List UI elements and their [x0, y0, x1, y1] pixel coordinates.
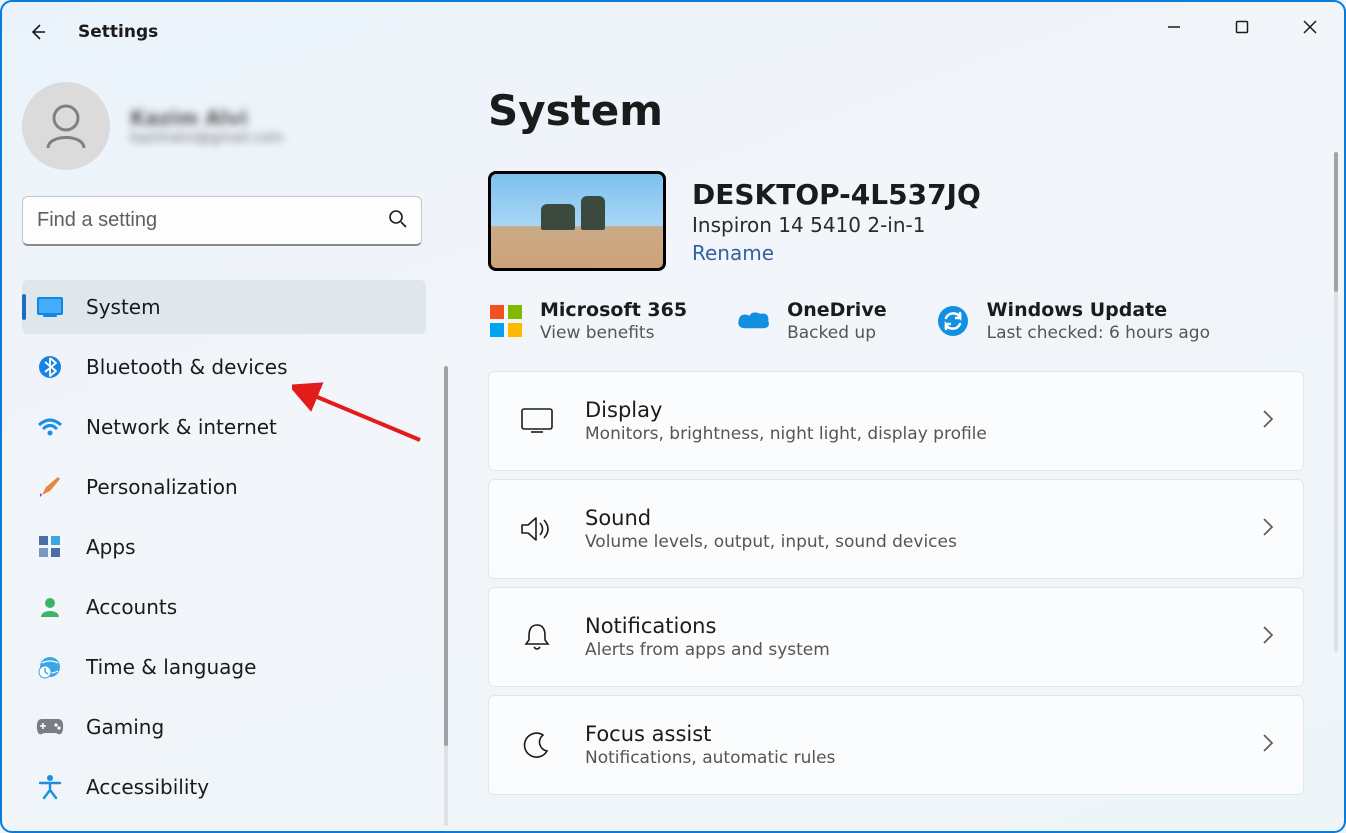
sidebar-item-label: System: [86, 295, 161, 319]
device-model: Inspiron 14 5410 2-in-1: [692, 213, 981, 237]
accessibility-icon: [36, 773, 64, 801]
display-icon: [517, 408, 557, 434]
status-sub: Backed up: [787, 323, 887, 343]
sidebar-scrollbar-thumb[interactable]: [444, 366, 448, 746]
status-sub: View benefits: [540, 323, 687, 343]
sidebar-scrollbar[interactable]: [444, 366, 448, 826]
card-notifications[interactable]: Notifications Alerts from apps and syste…: [488, 587, 1304, 687]
chevron-right-icon: [1261, 516, 1275, 542]
card-focus-assist[interactable]: Focus assist Notifications, automatic ru…: [488, 695, 1304, 795]
card-title: Notifications: [585, 614, 1261, 638]
sidebar-item-label: Accounts: [86, 595, 177, 619]
minimize-button[interactable]: [1140, 2, 1208, 52]
close-button[interactable]: [1276, 2, 1344, 52]
sidebar-item-time[interactable]: Time & language: [22, 640, 426, 694]
main-content: System DESKTOP-4L537JQ Inspiron 14 5410 …: [452, 62, 1344, 831]
sidebar-item-personalization[interactable]: Personalization: [22, 460, 426, 514]
card-sub: Notifications, automatic rules: [585, 748, 1261, 768]
window-title: Settings: [78, 22, 158, 42]
sound-icon: [517, 515, 557, 543]
status-sub: Last checked: 6 hours ago: [987, 323, 1210, 343]
sidebar-item-label: Accessibility: [86, 775, 209, 799]
moon-icon: [517, 731, 557, 759]
card-sub: Volume levels, output, input, sound devi…: [585, 532, 1261, 552]
avatar: [22, 82, 110, 170]
sidebar-item-label: Bluetooth & devices: [86, 355, 288, 379]
wifi-icon: [36, 413, 64, 441]
sidebar-item-network[interactable]: Network & internet: [22, 400, 426, 454]
sidebar-item-system[interactable]: System: [22, 280, 426, 334]
card-sub: Alerts from apps and system: [585, 640, 1261, 660]
sidebar-item-accessibility[interactable]: Accessibility: [22, 760, 426, 814]
status-windows-update[interactable]: Windows Update Last checked: 6 hours ago: [935, 299, 1210, 343]
sidebar-item-accounts[interactable]: Accounts: [22, 580, 426, 634]
rename-link[interactable]: Rename: [692, 241, 981, 265]
sidebar-item-gaming[interactable]: Gaming: [22, 700, 426, 754]
device-wallpaper-thumb[interactable]: [488, 171, 666, 271]
chevron-right-icon: [1261, 408, 1275, 434]
search-icon: [388, 209, 408, 233]
status-row: Microsoft 365 View benefits OneDrive Bac…: [488, 299, 1304, 343]
settings-cards: Display Monitors, brightness, night ligh…: [488, 371, 1304, 795]
device-block: DESKTOP-4L537JQ Inspiron 14 5410 2-in-1 …: [488, 171, 1304, 271]
account-email: kazimalvi@gmail.com: [130, 130, 283, 146]
sidebar-item-label: Time & language: [86, 655, 256, 679]
sidebar-item-label: Network & internet: [86, 415, 277, 439]
card-title: Display: [585, 398, 1261, 422]
search-input[interactable]: [22, 196, 422, 246]
device-name: DESKTOP-4L537JQ: [692, 178, 981, 211]
card-title: Sound: [585, 506, 1261, 530]
account-block[interactable]: Kazim Alvi kazimalvi@gmail.com: [22, 82, 436, 170]
chevron-right-icon: [1261, 624, 1275, 650]
maximize-button[interactable]: [1208, 2, 1276, 52]
bluetooth-icon: [36, 353, 64, 381]
status-title: OneDrive: [787, 299, 887, 321]
main-scrollbar-thumb[interactable]: [1334, 152, 1338, 292]
card-sound[interactable]: Sound Volume levels, output, input, soun…: [488, 479, 1304, 579]
sidebar-item-apps[interactable]: Apps: [22, 520, 426, 574]
sidebar-item-label: Personalization: [86, 475, 238, 499]
bell-icon: [517, 622, 557, 652]
sidebar-item-label: Gaming: [86, 715, 164, 739]
system-icon: [36, 293, 64, 321]
window-controls: [1140, 2, 1344, 52]
status-title: Windows Update: [987, 299, 1210, 321]
sidebar-item-label: Apps: [86, 535, 136, 559]
back-button[interactable]: [26, 20, 50, 44]
apps-icon: [36, 533, 64, 561]
status-title: Microsoft 365: [540, 299, 687, 321]
onedrive-icon: [735, 303, 771, 339]
page-title: System: [488, 86, 1304, 135]
nav-list: System Bluetooth & devices Network & int…: [22, 280, 426, 820]
card-title: Focus assist: [585, 722, 1261, 746]
card-display[interactable]: Display Monitors, brightness, night ligh…: [488, 371, 1304, 471]
sidebar: Kazim Alvi kazimalvi@gmail.com System: [2, 62, 452, 831]
windows-update-icon: [935, 303, 971, 339]
sidebar-item-bluetooth[interactable]: Bluetooth & devices: [22, 340, 426, 394]
account-name: Kazim Alvi: [130, 106, 283, 130]
accounts-icon: [36, 593, 64, 621]
microsoft-365-icon: [488, 303, 524, 339]
card-sub: Monitors, brightness, night light, displ…: [585, 424, 1261, 444]
main-scrollbar[interactable]: [1334, 152, 1338, 652]
gaming-icon: [36, 713, 64, 741]
chevron-right-icon: [1261, 732, 1275, 758]
status-m365[interactable]: Microsoft 365 View benefits: [488, 299, 687, 343]
brush-icon: [36, 473, 64, 501]
globe-icon: [36, 653, 64, 681]
status-onedrive[interactable]: OneDrive Backed up: [735, 299, 887, 343]
